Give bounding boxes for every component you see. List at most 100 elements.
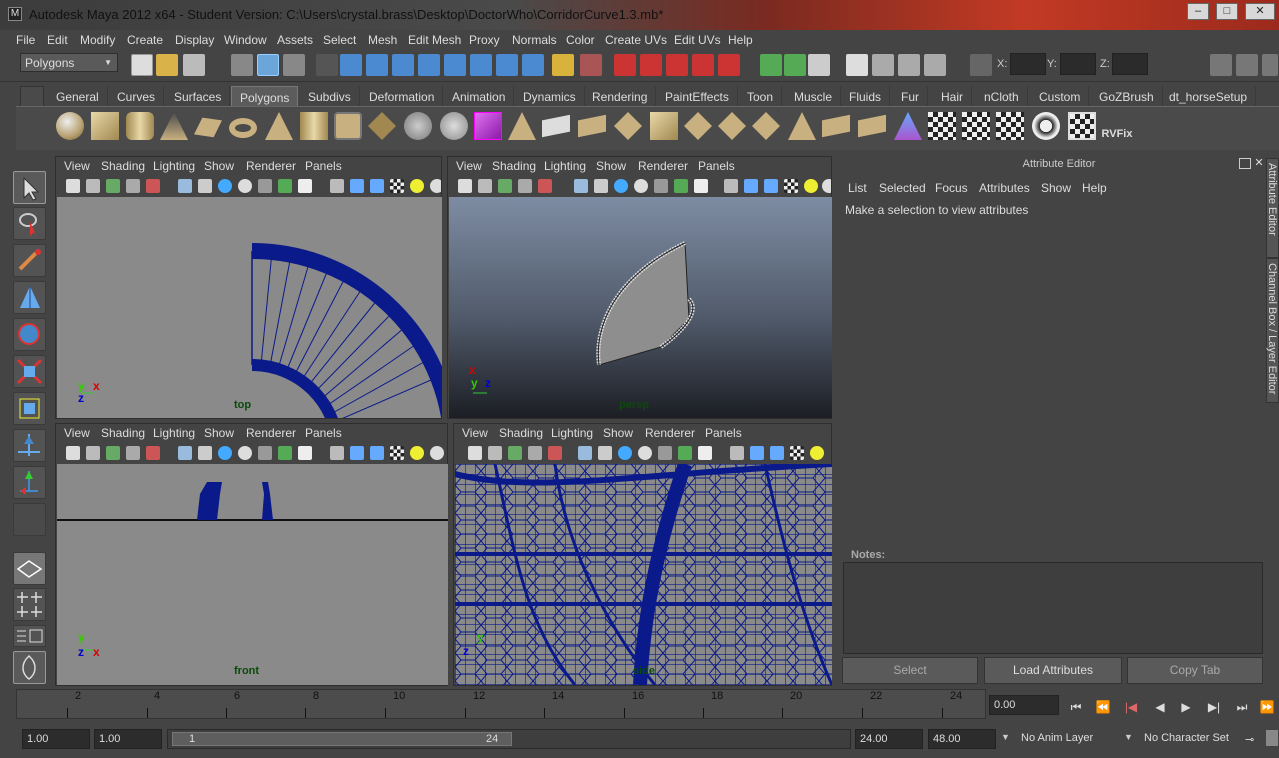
isolate-select-icon[interactable]	[790, 446, 804, 460]
viewport-side[interactable]: View Shading Lighting Show Renderer Pane…	[453, 423, 832, 686]
select-handles-icon[interactable]	[340, 54, 362, 76]
film-gate-icon[interactable]	[198, 446, 212, 460]
tab-gozbrush[interactable]: GoZBrush	[1091, 86, 1163, 106]
viewport-menu-shading[interactable]: Shading	[101, 159, 145, 173]
uv-editor-icon[interactable]	[1068, 112, 1096, 140]
z-coord-field[interactable]	[1112, 53, 1148, 75]
camera-attr-icon[interactable]	[488, 446, 502, 460]
side-tab-attribute-editor[interactable]: Attribute Editor	[1266, 158, 1279, 258]
step-forward-key-icon[interactable]: ⏭	[1233, 698, 1251, 716]
step-forward-frame-icon[interactable]: ▶|	[1205, 698, 1223, 716]
chevron-down-icon[interactable]: ▼	[1124, 732, 1133, 742]
shadows-icon[interactable]	[724, 179, 738, 193]
xray-icon[interactable]	[350, 179, 364, 193]
camera-select-icon[interactable]	[458, 179, 472, 193]
xray-icon[interactable]	[744, 179, 758, 193]
play-forwards-icon[interactable]: ▶	[1177, 698, 1195, 716]
smooth-shade-icon[interactable]	[638, 446, 652, 460]
tab-rendering[interactable]: Rendering	[584, 86, 657, 106]
tab-ncloth[interactable]: nCloth	[976, 86, 1028, 106]
xray-icon[interactable]	[350, 446, 364, 460]
smooth-shade-icon[interactable]	[238, 179, 252, 193]
shadows-icon[interactable]	[730, 446, 744, 460]
render-settings-icon[interactable]	[924, 54, 946, 76]
2d-pan-zoom-icon[interactable]	[548, 446, 562, 460]
lasso-tool-icon[interactable]	[13, 207, 46, 240]
playback-end-field[interactable]: 24.00	[855, 729, 923, 749]
show-attribute-editor-icon[interactable]	[1210, 54, 1232, 76]
last-tool-slot[interactable]	[13, 503, 46, 536]
go-to-start-icon[interactable]: ⏮	[1067, 698, 1085, 716]
ipr-render-icon[interactable]	[898, 54, 920, 76]
y-coord-field[interactable]	[1060, 53, 1096, 75]
character-set-dropdown[interactable]: No Character Set	[1140, 729, 1240, 749]
menu-file[interactable]: File	[16, 33, 35, 47]
maya-app-icon[interactable]: M	[8, 7, 22, 21]
play-backwards-icon[interactable]: ◀	[1151, 698, 1169, 716]
default-lighting-icon[interactable]	[410, 179, 424, 193]
paint-select-tool-icon[interactable]	[13, 244, 46, 277]
soft-mod-icon[interactable]	[13, 429, 46, 462]
leaf-brush-icon[interactable]	[13, 651, 46, 684]
anim-layer-dropdown[interactable]: No Anim Layer	[1017, 729, 1117, 749]
new-scene-icon[interactable]	[131, 54, 153, 76]
scale-tool-icon[interactable]	[13, 355, 46, 388]
selection-mask-icon[interactable]	[316, 54, 338, 76]
uv-cylindrical-icon[interactable]	[996, 112, 1024, 140]
menu-assets[interactable]: Assets	[277, 33, 313, 47]
insert-edge-loop-icon[interactable]	[650, 112, 678, 140]
viewport-menu-show[interactable]: Show	[204, 159, 234, 173]
viewport-menu-view[interactable]: View	[64, 159, 90, 173]
use-all-lights-icon[interactable]	[298, 179, 312, 193]
tab-general[interactable]: General	[48, 86, 108, 106]
open-scene-icon[interactable]	[156, 54, 178, 76]
time-slider[interactable]: 2 4 6 8 10 12 14 16 18 20 22 24	[16, 689, 986, 719]
maximize-button[interactable]: □	[1216, 3, 1238, 20]
use-all-lights-icon[interactable]	[694, 179, 708, 193]
grid-icon[interactable]	[578, 446, 592, 460]
viewport-menu-view[interactable]: View	[456, 159, 482, 173]
menu-window[interactable]: Window	[224, 33, 267, 47]
viewport-menu-shading[interactable]: Shading	[492, 159, 536, 173]
make-live-icon[interactable]	[718, 54, 740, 76]
tab-toon[interactable]: Toon	[739, 86, 783, 106]
menu-help[interactable]: Help	[728, 33, 753, 47]
separate-icon[interactable]	[404, 112, 432, 140]
menu-edit[interactable]: Edit	[47, 33, 68, 47]
image-plane-icon[interactable]	[528, 446, 542, 460]
viewport-menu-show[interactable]: Show	[204, 426, 234, 440]
bookmark-icon[interactable]	[508, 446, 522, 460]
current-time-field[interactable]: 0.00	[989, 695, 1059, 715]
snap-view-plane-icon[interactable]	[692, 54, 714, 76]
tab-curves[interactable]: Curves	[109, 86, 165, 106]
uv-planar-icon[interactable]	[962, 112, 990, 140]
float-panel-icon[interactable]	[1239, 158, 1251, 169]
tab-dt-horsesetup[interactable]: dt_horseSetup	[1161, 86, 1257, 106]
tab-custom[interactable]: Custom	[1031, 86, 1090, 106]
menu-create[interactable]: Create	[127, 33, 163, 47]
smooth-icon[interactable]	[440, 112, 468, 140]
rvfix-button[interactable]: RVFix	[1100, 110, 1134, 144]
tab-dynamics[interactable]: Dynamics	[515, 86, 585, 106]
universal-manip-icon[interactable]	[13, 392, 46, 425]
xray-icon[interactable]	[750, 446, 764, 460]
hq-render-icon[interactable]	[822, 179, 831, 193]
wireframe-on-shaded-icon[interactable]	[654, 179, 668, 193]
attr-menu-help[interactable]: Help	[1082, 181, 1107, 195]
menu-proxy[interactable]: Proxy	[469, 33, 500, 47]
tab-subdivs[interactable]: Subdivs	[300, 86, 360, 106]
viewport-menu-lighting[interactable]: Lighting	[153, 426, 195, 440]
poly-torus-icon[interactable]	[229, 118, 257, 138]
go-to-end-icon[interactable]: ⏩	[1259, 698, 1275, 716]
menu-mesh[interactable]: Mesh	[368, 33, 397, 47]
viewport-menu-lighting[interactable]: Lighting	[544, 159, 586, 173]
select-surfaces-icon[interactable]	[418, 54, 440, 76]
wireframe-icon[interactable]	[614, 179, 628, 193]
viewport-menu-lighting[interactable]: Lighting	[153, 159, 195, 173]
load-attributes-button[interactable]: Load Attributes	[984, 657, 1122, 684]
select-button[interactable]: Select	[842, 657, 978, 684]
film-gate-icon[interactable]	[198, 179, 212, 193]
2d-pan-zoom-icon[interactable]	[146, 179, 160, 193]
viewport-menu-show[interactable]: Show	[603, 426, 633, 440]
select-object-icon[interactable]	[257, 54, 279, 76]
